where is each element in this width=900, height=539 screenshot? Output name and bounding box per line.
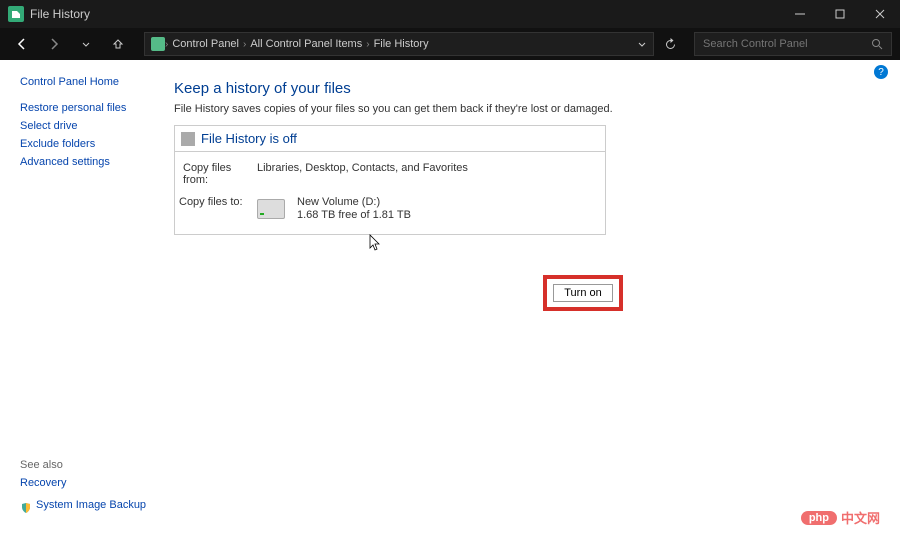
status-flag-icon: [181, 132, 195, 146]
refresh-button[interactable]: [658, 32, 682, 56]
page-subtext: File History saves copies of your files …: [174, 103, 870, 115]
seealso-system-image[interactable]: System Image Backup: [36, 499, 146, 511]
title-bar: File History: [0, 0, 900, 28]
address-bar[interactable]: › Control Panel › All Control Panel Item…: [144, 32, 654, 56]
sidebar-link-restore[interactable]: Restore personal files: [20, 102, 150, 114]
up-button[interactable]: [104, 30, 132, 58]
main-panel: Keep a history of your files File Histor…: [150, 60, 900, 539]
window-title: File History: [30, 7, 90, 21]
forward-button[interactable]: [40, 30, 68, 58]
search-icon: [871, 38, 883, 50]
page-heading: Keep a history of your files: [174, 80, 870, 97]
close-button[interactable]: [860, 0, 900, 28]
see-also-label: See also: [20, 459, 150, 471]
status-box: File History is off Copy files from: Lib…: [174, 125, 606, 235]
control-panel-home-link[interactable]: Control Panel Home: [20, 76, 150, 88]
minimize-button[interactable]: [780, 0, 820, 28]
breadcrumb-root[interactable]: Control Panel: [168, 38, 243, 50]
content-area: ? Control Panel Home Restore personal fi…: [0, 60, 900, 539]
cursor-icon: [369, 234, 383, 252]
breadcrumb-leaf[interactable]: File History: [370, 38, 433, 50]
watermark: php 中文网: [801, 508, 880, 527]
sidebar-link-advanced[interactable]: Advanced settings: [20, 156, 150, 168]
nav-bar: › Control Panel › All Control Panel Item…: [0, 28, 900, 60]
search-input[interactable]: [703, 38, 871, 50]
turn-on-highlight: Turn on: [543, 275, 623, 311]
status-text: File History is off: [201, 131, 297, 146]
seealso-recovery[interactable]: Recovery: [20, 477, 66, 489]
maximize-button[interactable]: [820, 0, 860, 28]
sidebar-link-select-drive[interactable]: Select drive: [20, 120, 150, 132]
copy-to-label: Copy files to:: [179, 196, 243, 208]
drive-space: 1.68 TB free of 1.81 TB: [297, 209, 411, 222]
drive-icon: [257, 199, 285, 219]
turn-on-button[interactable]: Turn on: [553, 284, 613, 302]
watermark-badge: php: [801, 511, 837, 525]
copy-from-label: Copy files from:: [183, 162, 245, 186]
chevron-down-icon[interactable]: [637, 39, 647, 49]
search-box[interactable]: [694, 32, 892, 56]
sidebar: Control Panel Home Restore personal file…: [0, 60, 150, 539]
control-panel-icon: [151, 37, 165, 51]
shield-icon: [20, 502, 32, 514]
watermark-text: 中文网: [841, 508, 880, 527]
back-button[interactable]: [8, 30, 36, 58]
drive-name: New Volume (D:): [297, 196, 411, 209]
breadcrumb-mid[interactable]: All Control Panel Items: [246, 38, 366, 50]
file-history-app-icon: [8, 6, 24, 22]
sidebar-link-exclude[interactable]: Exclude folders: [20, 138, 150, 150]
recent-dropdown[interactable]: [72, 30, 100, 58]
copy-from-value: Libraries, Desktop, Contacts, and Favori…: [257, 162, 468, 186]
